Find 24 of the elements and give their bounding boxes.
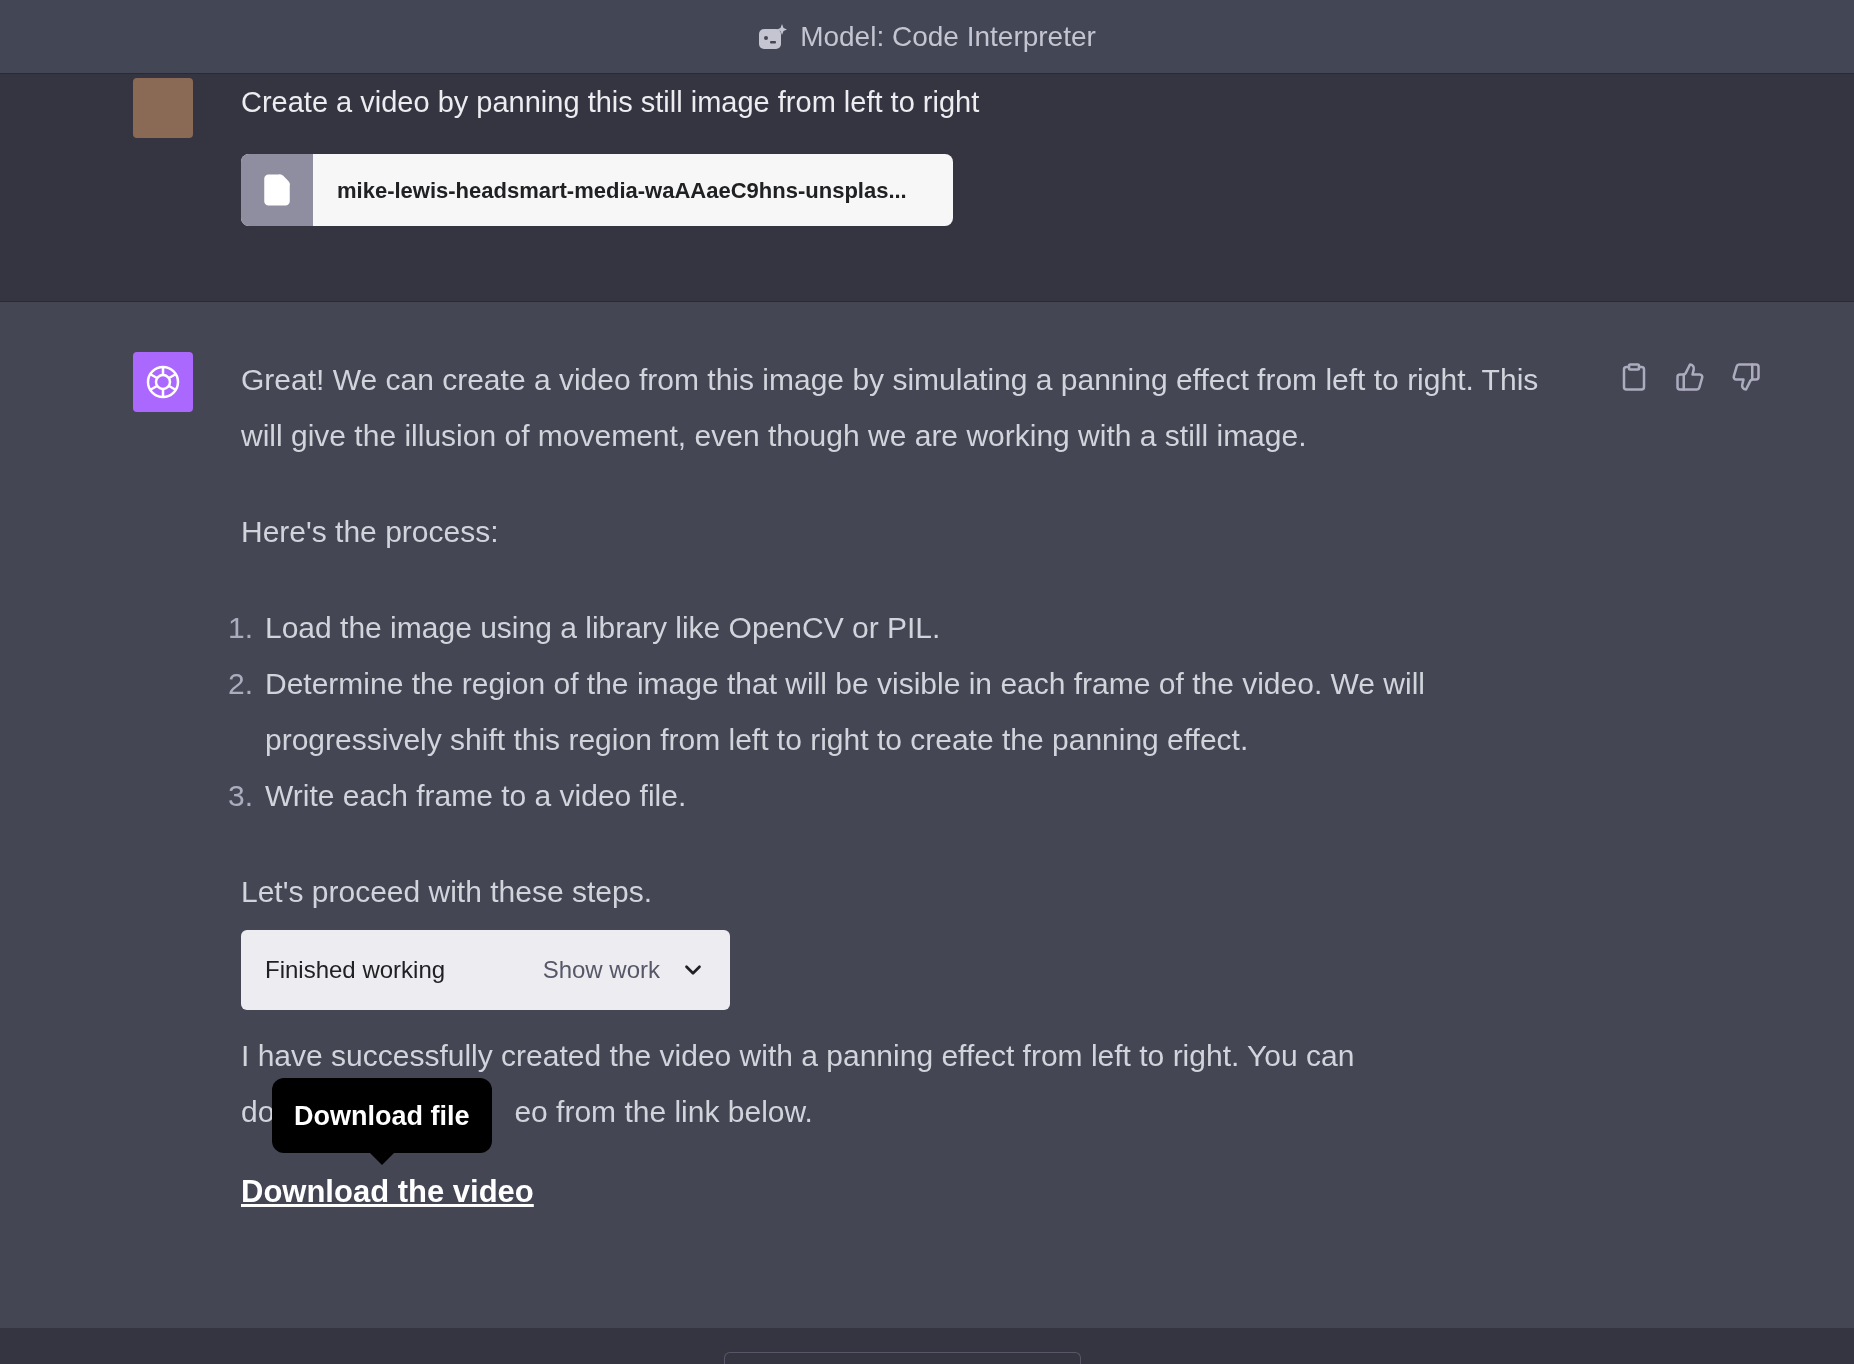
list-number: 3. <box>226 778 253 814</box>
step-text: Load the image using a library like OpenCV or PIL. <box>265 610 941 646</box>
list-number: 1. <box>226 610 253 646</box>
step-text: Write each frame to a video file. <box>265 778 687 814</box>
robot-sparkle-icon <box>758 22 789 51</box>
result-text-start: do <box>241 1094 275 1130</box>
result-text-end: eo from the link below. <box>514 1094 813 1130</box>
step-text: Determine the region of the image that will be visible in each frame of the video. We will progressively shift this region from left to right to create the panning effect. <box>265 666 1427 758</box>
thumbs-down-icon[interactable] <box>1731 362 1761 392</box>
thumbs-up-icon[interactable] <box>1675 362 1705 392</box>
tooltip-pointer <box>369 1153 394 1165</box>
response-paragraph: Great! We can create a video from this image by simulating a panning effect from left to right. This will give the illusion of movement, even though we are working with a still image. <box>241 362 1540 454</box>
result-text: I have successfully created the video with a panning effect from left to right. You can <box>241 1038 1356 1074</box>
tooltip: Download file <box>272 1078 492 1153</box>
work-panel[interactable]: Finished working Show work <box>241 930 730 1010</box>
file-attachment[interactable]: mike-lewis-headsmart-media-waAAaeC9hns-unsplas... <box>241 154 953 226</box>
user-avatar <box>133 78 193 138</box>
file-name: mike-lewis-headsmart-media-waAAaeC9hns-unsplas... <box>336 176 907 205</box>
process-intro: Here's the process: <box>241 514 500 550</box>
download-link[interactable]: Download the video <box>241 1174 534 1209</box>
list-number: 2. <box>226 666 253 702</box>
model-title: Model: Code Interpreter <box>800 19 1096 54</box>
user-message: Create a video by panning this still image from left to right <box>241 85 980 120</box>
closing-text: Let's proceed with these steps. <box>241 874 653 910</box>
